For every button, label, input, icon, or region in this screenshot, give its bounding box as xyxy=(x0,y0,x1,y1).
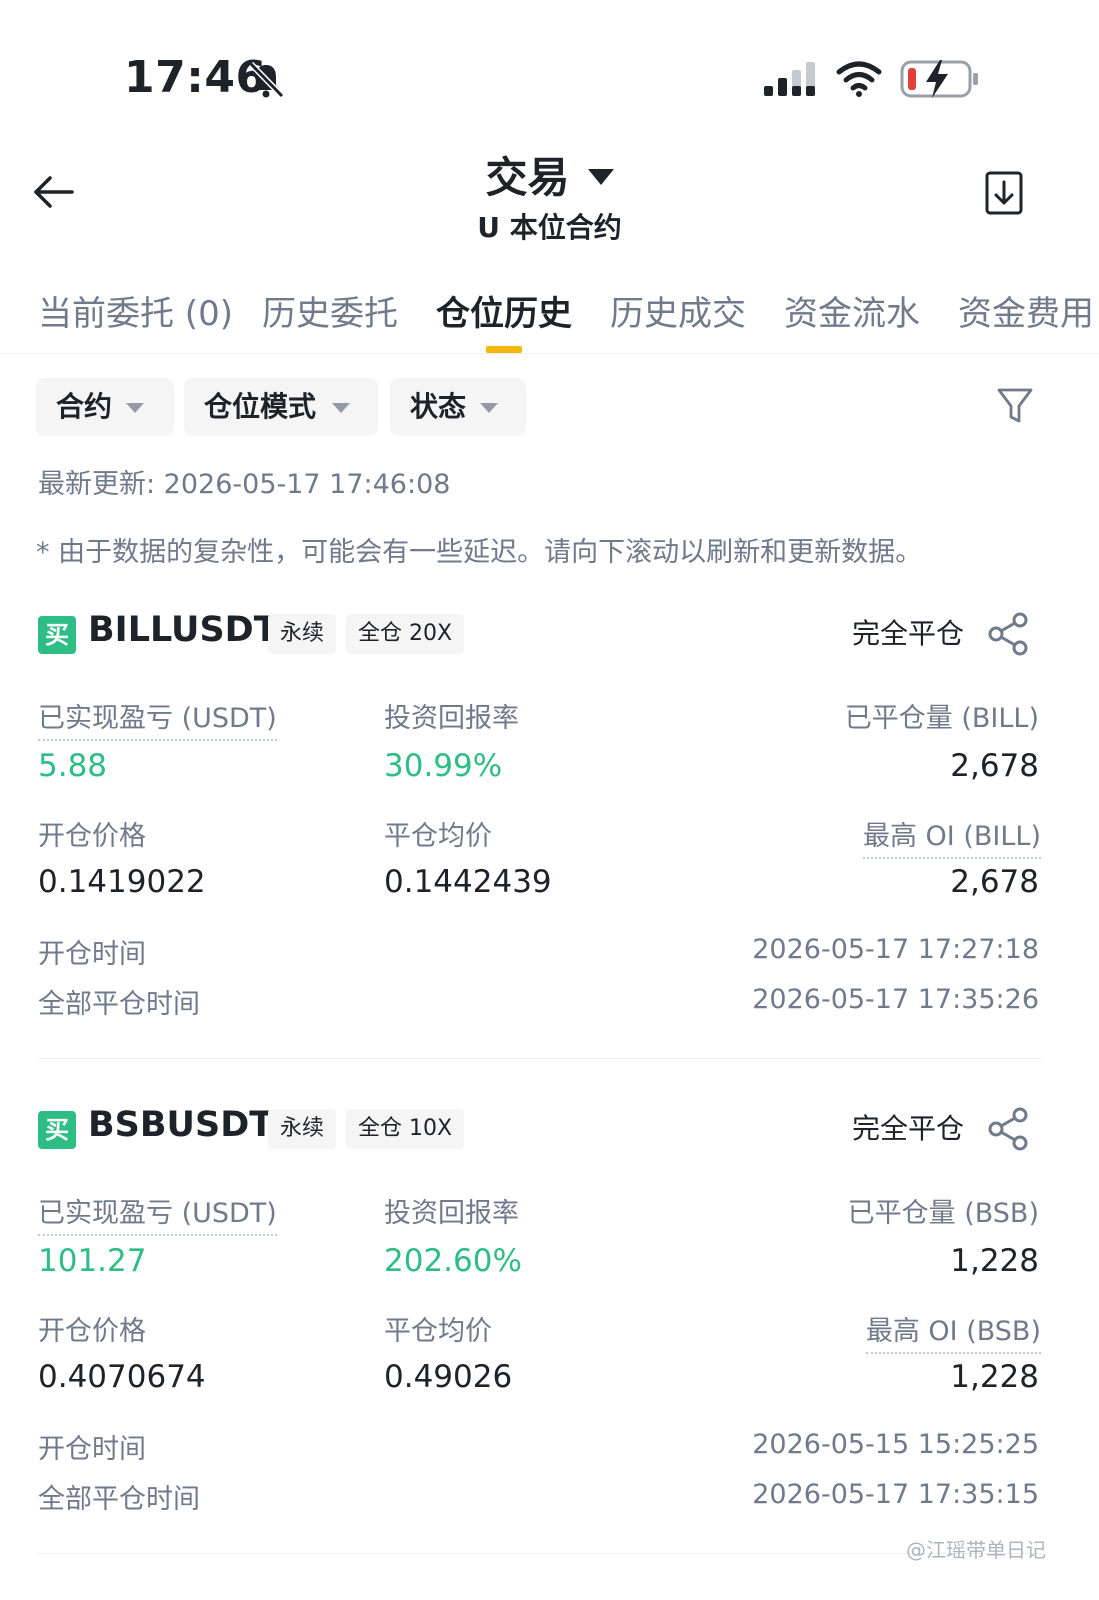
roi-value: 30.99% xyxy=(384,748,503,784)
position-status: 完全平仓 xyxy=(852,1112,965,1145)
open-time-label: 开仓时间 xyxy=(38,939,146,970)
entry-price-value: 0.4070674 xyxy=(38,1359,206,1395)
close-avg-price-value: 0.1442439 xyxy=(384,864,552,900)
realized-pnl-label[interactable]: 已实现盈亏 (USDT) xyxy=(38,696,277,741)
data-delay-notice: * 由于数据的复杂性，可能会有一些延迟。请向下滚动以刷新和更新数据。 xyxy=(36,537,923,568)
open-time-value: 2026-05-17 17:27:18 xyxy=(752,934,1039,965)
caret-down-icon xyxy=(126,403,144,413)
roi-label: 投资回报率 xyxy=(384,703,519,734)
symbol[interactable]: BILLUSDT xyxy=(88,610,278,650)
close-avg-price-value: 0.49026 xyxy=(384,1359,513,1395)
realized-pnl-label[interactable]: 已实现盈亏 (USDT) xyxy=(38,1191,277,1236)
card-divider xyxy=(38,1058,1042,1059)
filter-status[interactable]: 状态 xyxy=(390,378,526,436)
filter-position-mode-label: 仓位模式 xyxy=(204,390,317,423)
margin-leverage-tag: 全仓 20X xyxy=(346,614,465,654)
entry-price-label: 开仓价格 xyxy=(38,1316,146,1347)
tab-bar: 当前委托 (0) 历史委托 仓位历史 历史成交 资金流水 资金费用 xyxy=(0,268,1099,354)
page-title[interactable]: 交易 xyxy=(0,144,1099,205)
tab-position-history[interactable]: 仓位历史 xyxy=(436,286,572,335)
status-bar: 17:46 xyxy=(0,0,1099,130)
closed-qty-value: 1,228 xyxy=(950,1243,1039,1279)
active-tab-indicator xyxy=(486,346,522,353)
page-subtitle: U 本位合约 xyxy=(477,211,622,244)
close-time-label: 全部平仓时间 xyxy=(38,1484,200,1515)
tab-transaction-history[interactable]: 资金流水 xyxy=(784,286,920,335)
filter-contract[interactable]: 合约 xyxy=(36,378,174,436)
page-title-text: 交易 xyxy=(485,153,570,202)
contract-type-tag: 永续 xyxy=(268,1109,337,1149)
share-icon[interactable] xyxy=(986,612,1030,656)
roi-value: 202.60% xyxy=(384,1243,522,1279)
entry-price-label: 开仓价格 xyxy=(38,821,146,852)
wifi-icon xyxy=(836,61,882,97)
tab-trade-history[interactable]: 历史成交 xyxy=(610,286,746,335)
close-avg-price-label: 平仓均价 xyxy=(384,1316,492,1347)
closed-qty-label: 已平仓量 (BILL) xyxy=(844,703,1039,734)
side-badge: 买 xyxy=(38,616,76,654)
max-oi-value: 2,678 xyxy=(950,864,1039,900)
bell-off-icon xyxy=(248,61,285,99)
download-icon[interactable] xyxy=(984,170,1024,216)
filter-position-mode[interactable]: 仓位模式 xyxy=(184,378,378,436)
max-oi-label[interactable]: 最高 OI (BILL) xyxy=(862,814,1041,859)
filter-status-label: 状态 xyxy=(410,390,467,423)
cell-signal-icon xyxy=(764,62,815,96)
max-oi-label[interactable]: 最高 OI (BSB) xyxy=(865,1309,1041,1354)
caret-down-icon xyxy=(587,168,614,185)
caret-down-icon xyxy=(480,403,498,413)
battery-charging-icon xyxy=(900,60,978,98)
share-icon[interactable] xyxy=(986,1107,1030,1151)
tab-open-orders[interactable]: 当前委托 (0) xyxy=(38,286,233,335)
contract-type-tag: 永续 xyxy=(268,614,337,654)
card-divider xyxy=(38,1553,1042,1554)
close-avg-price-label: 平仓均价 xyxy=(384,821,492,852)
funnel-filter-icon[interactable] xyxy=(996,386,1034,426)
max-oi-value: 1,228 xyxy=(950,1359,1039,1395)
close-time-label: 全部平仓时间 xyxy=(38,989,200,1020)
realized-pnl-value: 101.27 xyxy=(38,1243,147,1279)
symbol[interactable]: BSBUSDT xyxy=(88,1105,273,1145)
position-status: 完全平仓 xyxy=(852,617,965,650)
closed-qty-label: 已平仓量 (BSB) xyxy=(847,1198,1039,1229)
filter-contract-label: 合约 xyxy=(56,390,113,423)
top-nav: 交易 U 本位合约 xyxy=(0,130,1099,260)
closed-qty-value: 2,678 xyxy=(950,748,1039,784)
margin-leverage-tag: 全仓 10X xyxy=(346,1109,465,1149)
open-time-value: 2026-05-15 15:25:25 xyxy=(752,1429,1039,1460)
tab-order-history[interactable]: 历史委托 xyxy=(262,286,398,335)
last-updated: 最新更新: 2026-05-17 17:46:08 xyxy=(38,469,451,500)
side-badge: 买 xyxy=(38,1111,76,1149)
tab-funding-fee[interactable]: 资金费用 xyxy=(958,286,1094,335)
entry-price-value: 0.1419022 xyxy=(38,864,206,900)
realized-pnl-value: 5.88 xyxy=(38,748,108,784)
caret-down-icon xyxy=(332,403,350,413)
close-time-value: 2026-05-17 17:35:26 xyxy=(752,984,1039,1015)
watermark: @江瑶带单日记 xyxy=(906,1538,1046,1562)
close-time-value: 2026-05-17 17:35:15 xyxy=(752,1479,1039,1510)
roi-label: 投资回报率 xyxy=(384,1198,519,1229)
open-time-label: 开仓时间 xyxy=(38,1434,146,1465)
